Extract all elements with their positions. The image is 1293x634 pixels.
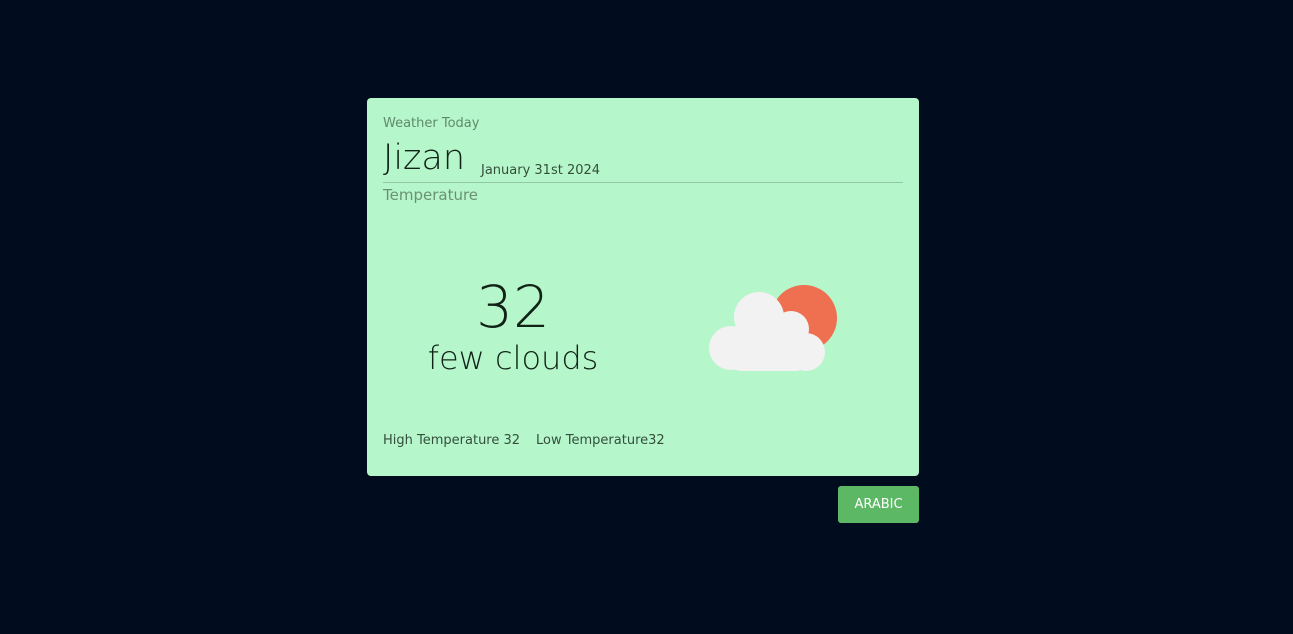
temperature-label: Temperature <box>383 186 479 204</box>
weather-card: Weather Today Jizan January 31st 2024 Te… <box>367 98 919 476</box>
weather-condition: few clouds <box>427 339 599 377</box>
city-header: Jizan January 31st 2024 <box>383 138 903 183</box>
current-conditions: 32 few clouds <box>407 272 619 378</box>
language-toggle-button[interactable]: ARABIC <box>838 486 919 523</box>
current-date: January 31st 2024 <box>481 163 601 178</box>
temperature-range: High Temperature 32 Low Temperature32 <box>383 433 665 448</box>
high-temperature: High Temperature 32 <box>383 433 521 448</box>
low-temperature: Low Temperature32 <box>536 433 665 448</box>
city-name: Jizan <box>383 138 466 178</box>
partly-cloudy-icon <box>707 284 842 374</box>
temperature-value: 32 <box>476 273 550 341</box>
card-subtitle: Weather Today <box>383 116 480 131</box>
